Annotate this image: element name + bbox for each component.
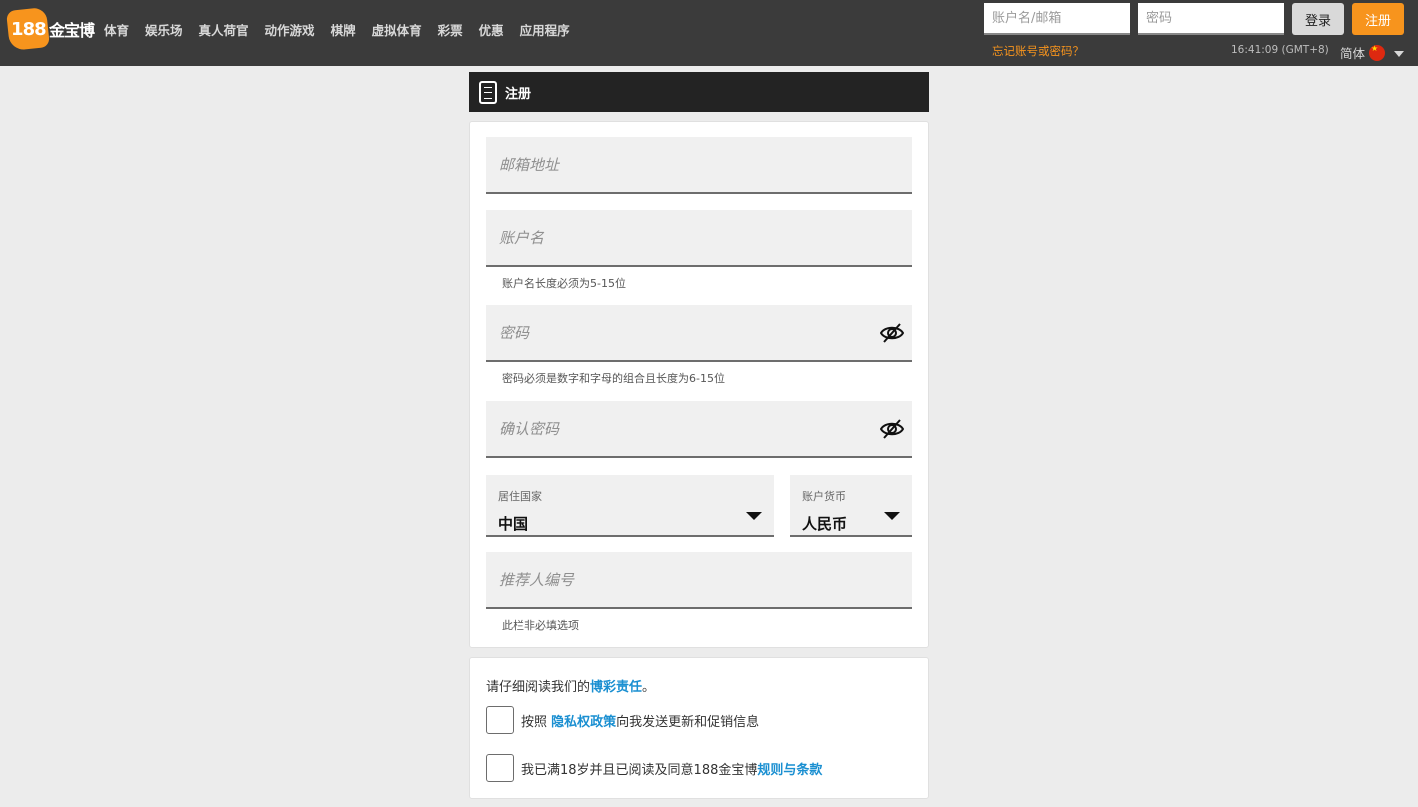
language-selector[interactable]: 简体	[1340, 43, 1405, 62]
username-field-wrapper	[486, 210, 912, 267]
country-select[interactable]: 居住国家 中国	[486, 475, 774, 537]
currency-label: 账户货币	[802, 490, 846, 503]
eye-slash-icon[interactable]	[880, 418, 904, 440]
terms-link[interactable]: 规则与条款	[757, 763, 822, 778]
privacy-consent-label: 按照 隐私权政策向我发送更新和促销信息	[521, 711, 759, 730]
brand-logo[interactable]: 188 金宝博	[6, 7, 95, 51]
login-button[interactable]: 登录	[1292, 3, 1344, 35]
currency-value: 人民币	[802, 515, 848, 533]
privacy-text-after: 向我发送更新和促销信息	[616, 714, 760, 730]
logo-number: 188	[10, 18, 46, 40]
password-hint: 密码必须是数字和字母的组合且长度为6-15位	[502, 372, 725, 385]
privacy-text-before: 按照	[521, 714, 552, 730]
main-nav: 体育 娱乐场 真人荷官 动作游戏 棋牌 虚拟体育 彩票 优惠 应用程序	[104, 20, 570, 39]
registration-header: 注册	[469, 72, 929, 112]
language-label: 简体	[1340, 46, 1366, 61]
referrer-field[interactable]	[486, 552, 912, 607]
login-username-input[interactable]	[984, 3, 1130, 35]
password-field[interactable]	[486, 305, 912, 360]
username-hint: 账户名长度必须为5-15位	[502, 277, 626, 290]
age-terms-checkbox[interactable]	[486, 754, 514, 782]
chevron-down-icon	[1394, 50, 1405, 57]
currency-select[interactable]: 账户货币 人民币	[790, 475, 912, 537]
logo-text: 金宝博	[49, 21, 95, 40]
eye-slash-icon[interactable]	[880, 322, 904, 344]
login-password-input[interactable]	[1138, 3, 1284, 35]
notice-end: 。	[642, 680, 656, 695]
responsible-gambling-notice: 请仔细阅读我们的博彩责任。	[486, 676, 655, 695]
country-value: 中国	[498, 515, 529, 533]
nav-item-live-dealer[interactable]: 真人荷官	[199, 20, 249, 39]
age-text: 我已满18岁并且已阅读及同意188金宝博	[521, 762, 758, 778]
email-field-wrapper	[486, 137, 912, 194]
logo-mark: 188	[6, 7, 50, 51]
age-terms-row: 我已满18岁并且已阅读及同意188金宝博规则与条款	[486, 754, 822, 782]
confirm-password-field-wrapper	[486, 401, 912, 458]
confirm-password-field[interactable]	[486, 401, 912, 456]
nav-item-apps[interactable]: 应用程序	[520, 20, 570, 39]
referrer-field-wrapper	[486, 552, 912, 609]
top-bar: 188 金宝博 体育 娱乐场 真人荷官 动作游戏 棋牌 虚拟体育 彩票 优惠 应…	[0, 0, 1418, 66]
header-register-button[interactable]: 注册	[1352, 3, 1404, 35]
country-label: 居住国家	[498, 490, 542, 503]
document-icon	[479, 80, 497, 104]
notice-text: 请仔细阅读我们的	[486, 680, 591, 695]
privacy-consent-row: 按照 隐私权政策向我发送更新和促销信息	[486, 706, 759, 734]
caret-down-icon	[884, 512, 900, 520]
nav-item-virtual-sports[interactable]: 虚拟体育	[372, 20, 422, 39]
age-terms-label: 我已满18岁并且已阅读及同意188金宝博规则与条款	[521, 759, 822, 778]
nav-item-lottery[interactable]: 彩票	[438, 20, 463, 39]
nav-item-action-games[interactable]: 动作游戏	[265, 20, 315, 39]
registration-form: 账户名长度必须为5-15位 密码必须是数字和字母的组合且长度为6-15位 居住国…	[469, 121, 929, 648]
registration-title: 注册	[505, 86, 532, 102]
password-field-wrapper	[486, 305, 912, 362]
nav-item-cards[interactable]: 棋牌	[331, 20, 356, 39]
china-flag-icon	[1369, 44, 1386, 61]
privacy-consent-checkbox[interactable]	[486, 706, 514, 734]
responsible-gambling-link[interactable]: 博彩责任	[590, 680, 642, 695]
nav-item-sports[interactable]: 体育	[104, 20, 129, 39]
agreement-section: 请仔细阅读我们的博彩责任。 按照 隐私权政策向我发送更新和促销信息 我已满18岁…	[469, 657, 929, 799]
username-field[interactable]	[486, 210, 912, 265]
nav-item-casino[interactable]: 娱乐场	[145, 20, 183, 39]
referrer-hint: 此栏非必填选项	[502, 619, 579, 632]
privacy-policy-link[interactable]: 隐私权政策	[551, 715, 616, 730]
forgot-credentials-link[interactable]: 忘记账号或密码？	[992, 43, 1084, 59]
caret-down-icon	[746, 512, 762, 520]
nav-item-promotions[interactable]: 优惠	[479, 20, 504, 39]
clock: 16:41:09 (GMT+8)	[1231, 44, 1329, 56]
email-field[interactable]	[486, 137, 912, 192]
